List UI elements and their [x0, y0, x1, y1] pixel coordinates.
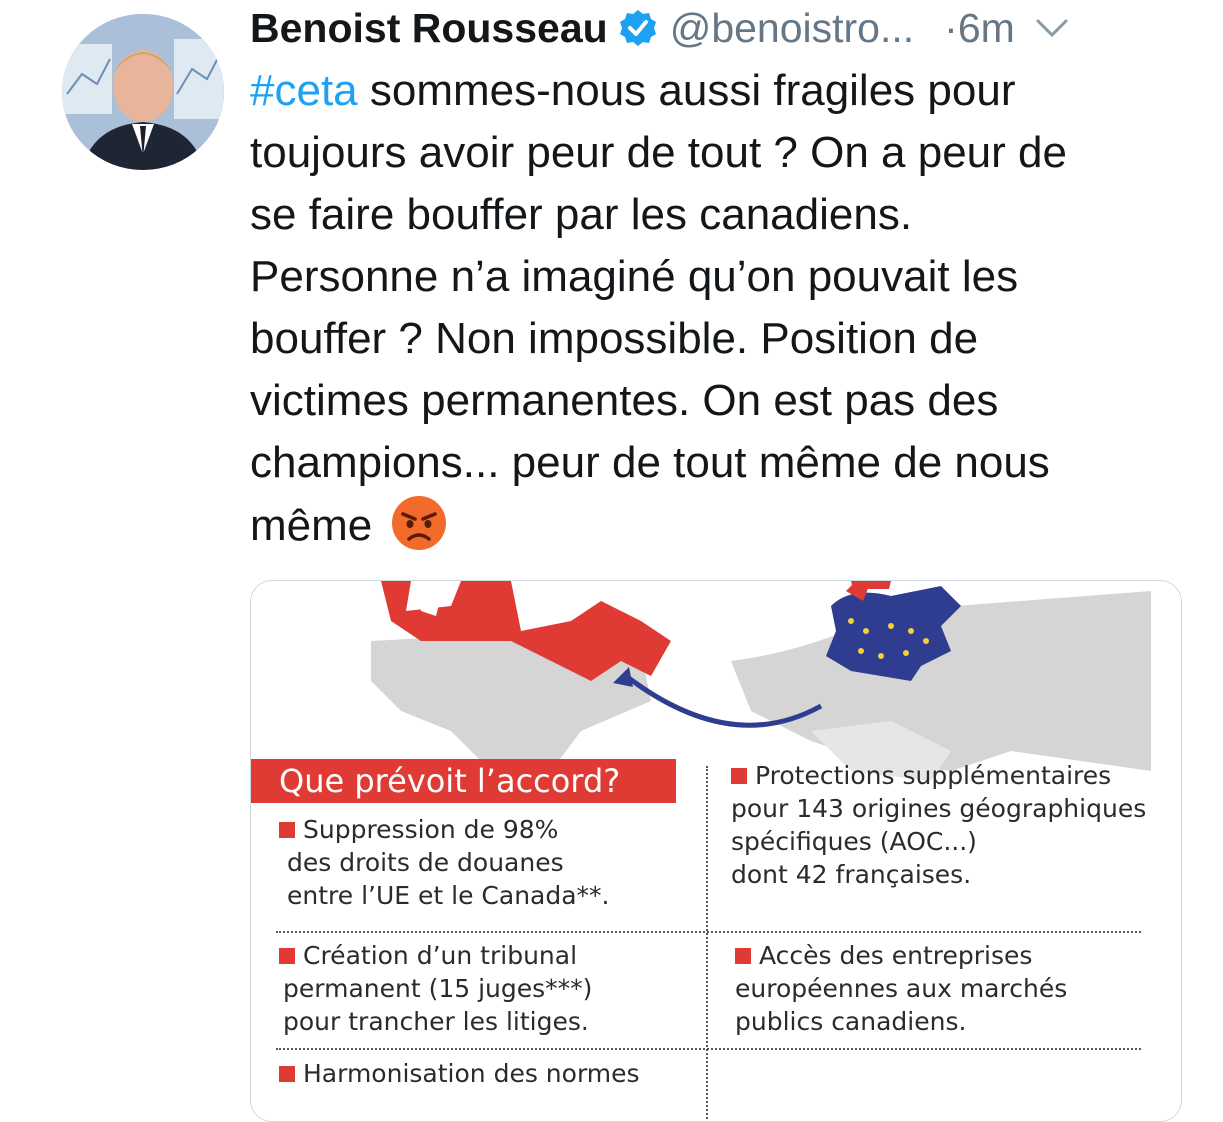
accord-item: Harmonisation des normes: [279, 1057, 640, 1090]
separator-dot: ·: [944, 4, 958, 51]
tweet-text: #ceta sommes-nous aussi fragiles pour to…: [250, 60, 1185, 557]
angry-face-icon: [392, 496, 447, 550]
tweet-line-8: même: [250, 494, 1185, 557]
banner-title: Que prévoit l’accord?: [251, 759, 676, 803]
bullet-square-icon: [735, 948, 751, 964]
tweet-line-7: champions... peur de tout même de nous: [250, 438, 1050, 487]
tweet-media-card[interactable]: Que prévoit l’accord? Suppression de 98%…: [250, 580, 1182, 1122]
horizontal-divider-1: [276, 931, 1141, 933]
accord-item: Accès des entreprises européennes aux ma…: [735, 941, 1068, 1036]
author-avatar[interactable]: [62, 14, 224, 170]
bullet-square-icon: [279, 1066, 295, 1082]
author-handle[interactable]: @benoistro...: [670, 5, 914, 52]
hashtag-link[interactable]: #ceta: [250, 66, 358, 115]
accord-item: Suppression de 98% des droits de douanes…: [279, 813, 610, 912]
chevron-down-icon[interactable]: [1035, 17, 1069, 39]
vertical-divider: [706, 766, 708, 1121]
tweet-header: Benoist Rousseau @benoistro... ·6m: [250, 2, 1210, 54]
timestamp[interactable]: ·6m: [944, 5, 1015, 52]
author-name[interactable]: Benoist Rousseau: [250, 5, 608, 52]
verified-badge-icon: [619, 10, 656, 46]
tweet-line-1: #ceta sommes-nous aussi fragiles pour: [250, 66, 1016, 115]
tweet-line-5: bouffer ? Non impossible. Position de: [250, 314, 979, 363]
accord-item: Création d’un tribunal permanent (15 jug…: [279, 939, 592, 1038]
tweet-line-6: victimes permanentes. On est pas des: [250, 376, 999, 425]
accord-item: Protections supplémentaires pour 143 ori…: [731, 761, 1147, 889]
timestamp-value: 6m: [957, 4, 1015, 51]
tweet-line-2: toujours avoir peur de tout ? On a peur …: [250, 128, 1067, 177]
tweet-line-3: se faire bouffer par les canadiens.: [250, 190, 913, 239]
bullet-square-icon: [731, 768, 747, 784]
bullet-square-icon: [279, 822, 295, 838]
horizontal-divider-2: [276, 1048, 1141, 1050]
bullet-square-icon: [279, 948, 295, 964]
tweet-line-4: Personne n’a imaginé qu’on pouvait les: [250, 252, 1019, 301]
